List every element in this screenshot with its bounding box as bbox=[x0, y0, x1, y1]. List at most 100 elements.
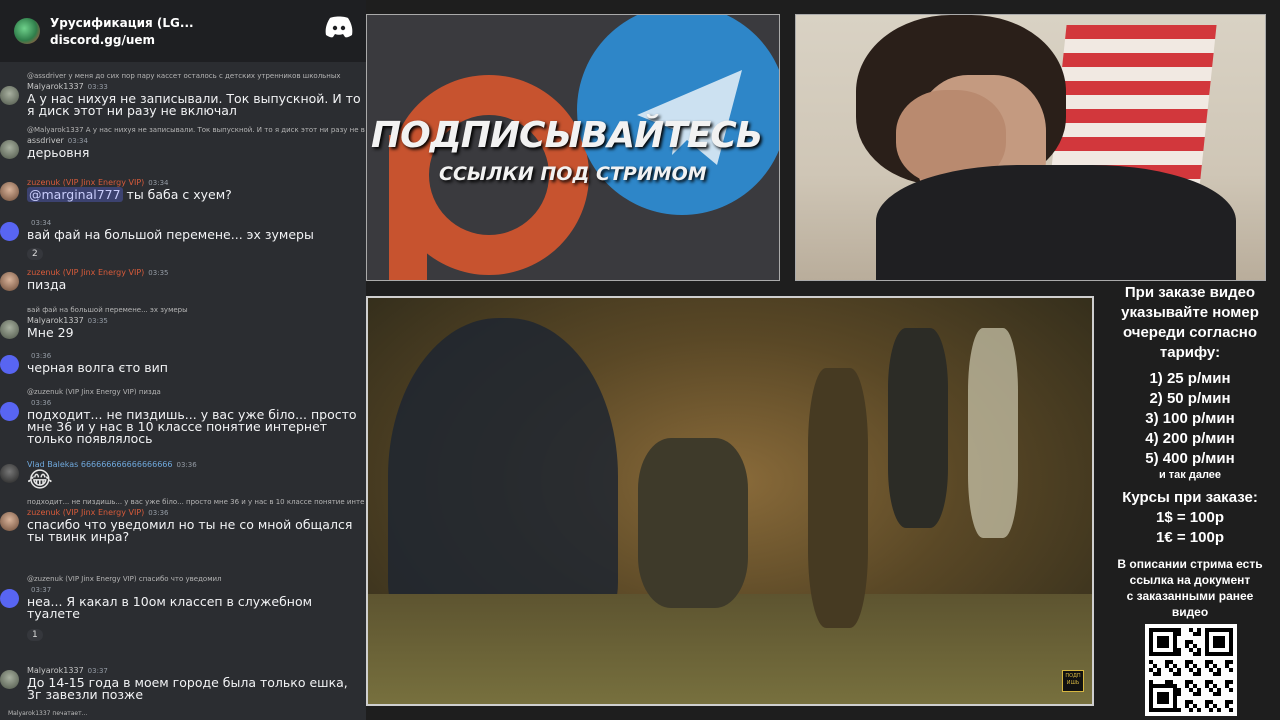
discord-avatar-icon[interactable] bbox=[0, 355, 19, 374]
user-avatar[interactable] bbox=[0, 272, 19, 291]
message-body: неа... Я какал в 10ом классеп в служебно… bbox=[27, 594, 363, 621]
tariff-item: 2) 50 р/мин bbox=[1149, 390, 1231, 407]
server-invite-link[interactable]: discord.gg/uem bbox=[50, 33, 194, 47]
patreon-logo-bar bbox=[389, 135, 427, 280]
username[interactable]: assdriver bbox=[27, 136, 64, 145]
message-text: вай фай на большой перемене... эх зумеры bbox=[27, 227, 314, 242]
message-header: Malyarok1337 03:33 bbox=[27, 82, 108, 91]
video-figure bbox=[638, 438, 748, 608]
qr-grid bbox=[1149, 628, 1233, 712]
promo-panel: ПОДПИСЫВАЙТЕСЬ ССЫЛКИ ПОД СТРИМОМ bbox=[366, 14, 780, 281]
message-body: подходит... не пиздишь... у вас уже біло… bbox=[27, 407, 363, 446]
emoji-message: 😂 bbox=[27, 468, 53, 493]
message-body: вай фай на большой перемене... эх зумеры bbox=[27, 227, 363, 242]
username[interactable]: Malyarok1337 bbox=[27, 666, 84, 675]
timestamp: 03:33 bbox=[87, 83, 108, 91]
server-avatar-icon bbox=[14, 18, 40, 44]
info-line: При заказе видео bbox=[1124, 284, 1256, 301]
stream-layout: Урусификация (LG... discord.gg/uem @assd… bbox=[0, 0, 1280, 720]
timestamp: 03:34 bbox=[67, 137, 88, 145]
video-ground bbox=[368, 594, 1092, 704]
timestamp: 03:36 bbox=[31, 352, 52, 360]
username[interactable]: zuzenuk (VIP Jinx Energy VIP) bbox=[27, 268, 144, 277]
username[interactable]: zuzenuk (VIP Jinx Energy VIP) bbox=[27, 178, 144, 187]
discord-avatar-icon[interactable] bbox=[0, 589, 19, 608]
main-video-player[interactable]: ПОДП ИШЬ bbox=[366, 296, 1094, 706]
user-avatar[interactable] bbox=[0, 86, 19, 105]
user-avatar[interactable] bbox=[0, 140, 19, 159]
server-name: Урусификация (LG... bbox=[50, 15, 194, 30]
reaction-count[interactable]: 1 bbox=[27, 629, 43, 641]
tariff-item: 5) 400 р/мин bbox=[1145, 450, 1235, 467]
timestamp: 03:34 bbox=[148, 179, 169, 187]
username[interactable]: zuzenuk (VIP Jinx Energy VIP) bbox=[27, 508, 144, 517]
discord-logo-icon bbox=[325, 16, 353, 38]
discord-avatar-icon[interactable] bbox=[0, 402, 19, 421]
reply-preview[interactable]: вай фай на большой перемене... эх зумеры bbox=[27, 306, 365, 314]
description-note: В описании стрима есть ссылка на докумен… bbox=[1100, 556, 1280, 620]
reply-preview[interactable]: подходит... не пиздишь... у вас уже біло… bbox=[27, 498, 365, 506]
reply-preview[interactable]: @Malyarok1337 А у нас нихуя не записывал… bbox=[27, 126, 365, 134]
username[interactable]: Malyarok1337 bbox=[27, 82, 84, 91]
tariff-item: 4) 200 р/мин bbox=[1145, 430, 1235, 447]
info-line: очереди согласно bbox=[1122, 324, 1258, 341]
timestamp: 03:37 bbox=[31, 586, 52, 594]
order-info-panel: При заказе видео указывайте номер очеред… bbox=[1100, 283, 1280, 620]
tariff-etc: и так далее bbox=[1158, 469, 1222, 481]
info-line: тарифу: bbox=[1159, 344, 1221, 361]
reaction-count[interactable]: 2 bbox=[27, 248, 43, 260]
message-text: черная волга єто вип bbox=[27, 360, 168, 375]
message-text: неа... Я какал в 10ом классеп в служебно… bbox=[27, 594, 313, 621]
user-avatar[interactable] bbox=[0, 464, 19, 483]
user-avatar[interactable] bbox=[0, 320, 19, 339]
tariff-item: 3) 100 р/мин bbox=[1145, 410, 1235, 427]
desc-line: ссылка на документ bbox=[1129, 573, 1251, 587]
message-header: Malyarok1337 03:37 bbox=[27, 666, 108, 675]
rates-title: Курсы при заказе: bbox=[1122, 489, 1258, 506]
reply-preview[interactable]: @zuzenuk (VIP Jinx Energy VIP) пизда bbox=[27, 388, 365, 396]
message-header: zuzenuk (VIP Jinx Energy VIP) 03:34 bbox=[27, 178, 168, 187]
message-text: спасибо что уведомил но ты не со мной об… bbox=[27, 517, 353, 544]
message-text: ты баба с хуем? bbox=[122, 187, 232, 202]
tariff-list: 1) 25 р/мин 2) 50 р/мин 3) 100 р/мин 4) … bbox=[1100, 369, 1280, 482]
reply-preview[interactable]: @assdriver у меня до сих пор пару кассет… bbox=[27, 72, 365, 80]
rate-item: 1$ = 100р bbox=[1156, 509, 1224, 526]
video-figure bbox=[968, 328, 1018, 538]
timestamp: 03:37 bbox=[87, 667, 108, 675]
message-text: дерьовня bbox=[27, 145, 90, 160]
message-body: дерьовня bbox=[27, 145, 363, 160]
message-header: 03:34 bbox=[27, 218, 51, 227]
message-text: пизда bbox=[27, 277, 67, 292]
message-text: Мне 29 bbox=[27, 325, 74, 340]
promo-subtitle: ССЫЛКИ ПОД СТРИМОМ bbox=[439, 163, 707, 185]
message-header: assdriver 03:34 bbox=[27, 136, 88, 145]
info-line: указывайте номер bbox=[1121, 304, 1259, 321]
discord-avatar-icon[interactable] bbox=[0, 222, 19, 241]
qr-code-icon[interactable] bbox=[1145, 624, 1237, 716]
rate-item: 1€ = 100р bbox=[1156, 529, 1224, 546]
server-header[interactable]: Урусификация (LG... discord.gg/uem bbox=[0, 0, 366, 62]
username[interactable]: Malyarok1337 bbox=[27, 316, 84, 325]
user-avatar[interactable] bbox=[0, 512, 19, 531]
message-body: А у нас нихуя не записывали. Ток выпускн… bbox=[27, 91, 363, 118]
message-body: До 14-15 года в моем городе была только … bbox=[27, 675, 363, 702]
video-watermark-logo: ПОДП ИШЬ bbox=[1062, 670, 1084, 692]
timestamp: 03:36 bbox=[31, 399, 52, 407]
order-intro: При заказе видео указывайте номер очеред… bbox=[1100, 283, 1280, 363]
timestamp: 03:36 bbox=[148, 509, 169, 517]
streamer-body bbox=[876, 165, 1236, 280]
reply-preview[interactable]: @zuzenuk (VIP Jinx Energy VIP) спасибо ч… bbox=[27, 575, 365, 583]
video-figure bbox=[808, 368, 868, 628]
message-body: черная волга єто вип bbox=[27, 360, 363, 375]
message-body: @marginal777 ты баба с хуем? bbox=[27, 187, 363, 202]
user-avatar[interactable] bbox=[0, 670, 19, 689]
message-text: До 14-15 года в моем городе была только … bbox=[27, 675, 348, 702]
message-text: подходит... не пиздишь... у вас уже біло… bbox=[27, 407, 357, 446]
user-avatar[interactable] bbox=[0, 182, 19, 201]
promo-title: ПОДПИСЫВАЙТЕСЬ bbox=[371, 115, 763, 156]
user-mention[interactable]: @marginal777 bbox=[27, 187, 123, 202]
desc-line: В описании стрима есть bbox=[1117, 557, 1263, 571]
message-text: А у нас нихуя не записывали. Ток выпускн… bbox=[27, 91, 361, 118]
webcam-panel bbox=[795, 14, 1266, 281]
message-body: Мне 29 bbox=[27, 325, 363, 340]
